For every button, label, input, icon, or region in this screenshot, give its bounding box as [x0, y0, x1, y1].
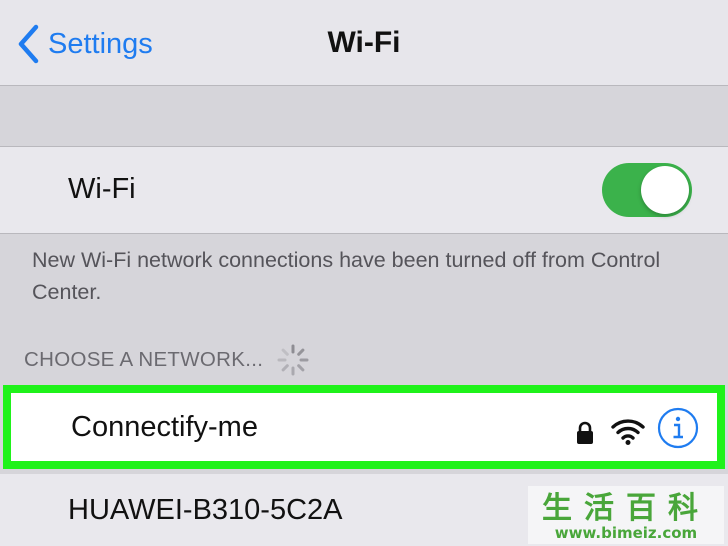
toggle-knob — [641, 166, 689, 214]
watermark-logo: 生活百科 www.bimeiz.com — [528, 486, 724, 544]
wifi-toggle-switch[interactable] — [602, 163, 692, 217]
svg-text:www.bimeiz.com: www.bimeiz.com — [555, 524, 697, 542]
network-name: Connectify-me — [71, 411, 258, 443]
network-name: HUAWEI-B310-5C2A — [68, 494, 343, 526]
info-icon[interactable] — [657, 407, 699, 449]
section-header-label: CHOOSE A NETWORK... — [24, 348, 264, 371]
wifi-toggle-label: Wi-Fi — [68, 173, 136, 205]
page-title: Wi-Fi — [327, 26, 401, 59]
network-row-connectify[interactable]: Connectify-me — [3, 385, 725, 469]
wifi-signal-icon — [611, 419, 645, 445]
lock-icon — [577, 421, 593, 444]
info-message: New Wi-Fi network connections have been … — [32, 248, 661, 304]
loading-spinner-icon — [277, 344, 309, 376]
network-section-header: CHOOSE A NETWORK... — [24, 342, 311, 378]
navigation-bar: Settings Wi-Fi — [0, 0, 728, 86]
svg-text:生活百科: 生活百科 — [542, 491, 710, 526]
